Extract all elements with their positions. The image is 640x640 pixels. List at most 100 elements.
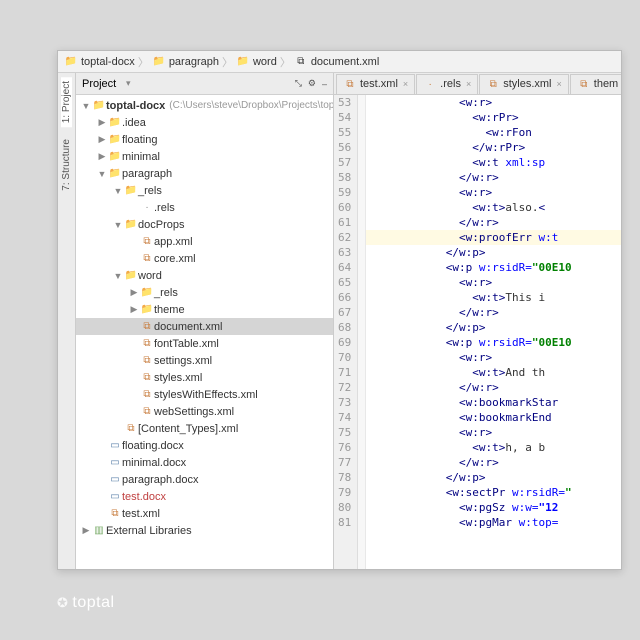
gear-icon[interactable]: ⚙ [308, 78, 316, 89]
close-icon[interactable]: × [466, 79, 471, 89]
tree-node[interactable]: ·.rels [76, 199, 333, 216]
editor-tab[interactable]: ⧉test.xml× [336, 74, 415, 94]
code-editor[interactable]: 5354555657585960616263646566676869707172… [334, 95, 621, 569]
line-number: 59 [338, 185, 351, 200]
code-line[interactable]: <w:r> [366, 185, 621, 200]
code-line[interactable]: <w:r> [366, 275, 621, 290]
code-line[interactable]: <w:p w:rsidR="00E10 [366, 260, 621, 275]
tree-node[interactable]: ▼📁word [76, 267, 333, 284]
close-icon[interactable]: × [403, 79, 408, 89]
collapse-icon[interactable]: ⤡ [295, 78, 302, 89]
line-number: 81 [338, 515, 351, 530]
code-line[interactable]: <w:proofErr w:t [366, 230, 621, 245]
code-line[interactable]: </w:p> [366, 245, 621, 260]
tree-node[interactable]: ⧉stylesWithEffects.xml [76, 386, 333, 403]
tree-node[interactable]: ▼📁toptal-docx(C:\Users\steve\Dropbox\Pro… [76, 97, 333, 114]
code-line[interactable]: <w:pgMar w:top= [366, 515, 621, 530]
code-line[interactable]: <w:bookmarkEnd [366, 410, 621, 425]
code-line[interactable]: </w:r> [366, 215, 621, 230]
project-tree[interactable]: ▼📁toptal-docx(C:\Users\steve\Dropbox\Pro… [76, 95, 333, 569]
code-line[interactable]: </w:rPr> [366, 140, 621, 155]
tree-node[interactable]: ▼📁paragraph [76, 165, 333, 182]
code-line[interactable]: </w:r> [366, 170, 621, 185]
twisty-icon[interactable]: ▶ [96, 134, 108, 145]
code-line[interactable]: <w:sectPr w:rsidR=" [366, 485, 621, 500]
breadcrumb-item[interactable]: document.xml [311, 56, 379, 68]
hide-icon[interactable]: – [322, 79, 327, 89]
tree-node[interactable]: ⧉core.xml [76, 250, 333, 267]
code-line[interactable]: <w:t>also.< [366, 200, 621, 215]
editor-tab[interactable]: ⧉them× [570, 74, 621, 94]
breadcrumb[interactable]: 📁toptal-docx〉📁paragraph〉📁word〉⧉document.… [58, 51, 621, 73]
file-icon: 📁 [108, 117, 122, 128]
tree-node[interactable]: ▶📁theme [76, 301, 333, 318]
tree-node[interactable]: ▭paragraph.docx [76, 471, 333, 488]
tab-project[interactable]: 1: Project [61, 77, 72, 127]
project-header: Project ▾ ⤡ ⚙ – [76, 73, 333, 95]
code-line[interactable]: <w:r> [366, 350, 621, 365]
breadcrumb-item[interactable]: paragraph [169, 56, 219, 68]
code-line[interactable]: <w:t>And th [366, 365, 621, 380]
tree-node[interactable]: ⧉webSettings.xml [76, 403, 333, 420]
code-line[interactable]: <w:p w:rsidR="00E10 [366, 335, 621, 350]
tree-node[interactable]: ▶📁.idea [76, 114, 333, 131]
line-number: 62 [338, 230, 351, 245]
twisty-icon[interactable]: ▶ [96, 151, 108, 162]
close-icon[interactable]: × [557, 79, 562, 89]
editor-tabs[interactable]: ⧉test.xml×·.rels×⧉styles.xml×⧉them× [334, 73, 621, 95]
tree-node[interactable]: ⧉settings.xml [76, 352, 333, 369]
twisty-icon[interactable]: ▶ [128, 304, 140, 315]
tree-node[interactable]: ▭minimal.docx [76, 454, 333, 471]
code-line[interactable]: </w:p> [366, 320, 621, 335]
code-line[interactable]: </w:r> [366, 305, 621, 320]
tab-label: them [594, 78, 618, 90]
code-line[interactable]: </w:p> [366, 470, 621, 485]
tree-node[interactable]: ▭test.docx [76, 488, 333, 505]
code-line[interactable]: <w:bookmarkStar [366, 395, 621, 410]
twisty-icon[interactable]: ▶ [96, 117, 108, 128]
twisty-icon[interactable]: ▼ [112, 186, 124, 196]
code-line[interactable]: <w:t>h, a b [366, 440, 621, 455]
tree-node[interactable]: ⧉app.xml [76, 233, 333, 250]
tree-node[interactable]: ▼📁docProps [76, 216, 333, 233]
twisty-icon[interactable]: ▼ [80, 101, 92, 111]
breadcrumb-item[interactable]: toptal-docx [81, 56, 135, 68]
tree-node[interactable]: ⧉[Content_Types].xml [76, 420, 333, 437]
tree-label: settings.xml [154, 355, 212, 367]
logo-mark-icon: ✪ [57, 595, 68, 611]
tree-node[interactable]: ▭floating.docx [76, 437, 333, 454]
code-line[interactable]: <w:pgSz w:w="12 [366, 500, 621, 515]
breadcrumb-item[interactable]: word [253, 56, 277, 68]
code-line[interactable]: <w:rPr> [366, 110, 621, 125]
fold-strip [358, 95, 366, 569]
tree-node[interactable]: ⧉document.xml [76, 318, 333, 335]
tree-label: _rels [138, 185, 162, 197]
tree-label: core.xml [154, 253, 196, 265]
source[interactable]: <w:r> <w:rPr> <w:rFon </w:rPr> <w:t xml:… [366, 95, 621, 569]
code-line[interactable]: </w:r> [366, 380, 621, 395]
tree-node[interactable]: ▶▥External Libraries [76, 522, 333, 539]
twisty-icon[interactable]: ▼ [96, 169, 108, 179]
twisty-icon[interactable]: ▼ [112, 220, 124, 230]
tree-node[interactable]: ▶📁floating [76, 131, 333, 148]
editor-tab[interactable]: ⧉styles.xml× [479, 74, 569, 94]
twisty-icon[interactable]: ▶ [80, 525, 92, 536]
tree-node[interactable]: ⧉test.xml [76, 505, 333, 522]
editor-tab[interactable]: ·.rels× [416, 74, 478, 94]
tab-structure[interactable]: 7: Structure [61, 135, 72, 195]
tree-node[interactable]: ▼📁_rels [76, 182, 333, 199]
code-line[interactable]: <w:r> [366, 425, 621, 440]
code-line[interactable]: <w:rFon [366, 125, 621, 140]
code-line[interactable]: </w:r> [366, 455, 621, 470]
twisty-icon[interactable]: ▼ [112, 271, 124, 281]
tree-node[interactable]: ⧉fontTable.xml [76, 335, 333, 352]
tree-label: paragraph.docx [122, 474, 198, 486]
code-line[interactable]: <w:t>This i [366, 290, 621, 305]
code-line[interactable]: <w:r> [366, 95, 621, 110]
tree-node[interactable]: ⧉styles.xml [76, 369, 333, 386]
line-number: 71 [338, 365, 351, 380]
tree-node[interactable]: ▶📁minimal [76, 148, 333, 165]
code-line[interactable]: <w:t xml:sp [366, 155, 621, 170]
tree-node[interactable]: ▶📁_rels [76, 284, 333, 301]
twisty-icon[interactable]: ▶ [128, 287, 140, 298]
